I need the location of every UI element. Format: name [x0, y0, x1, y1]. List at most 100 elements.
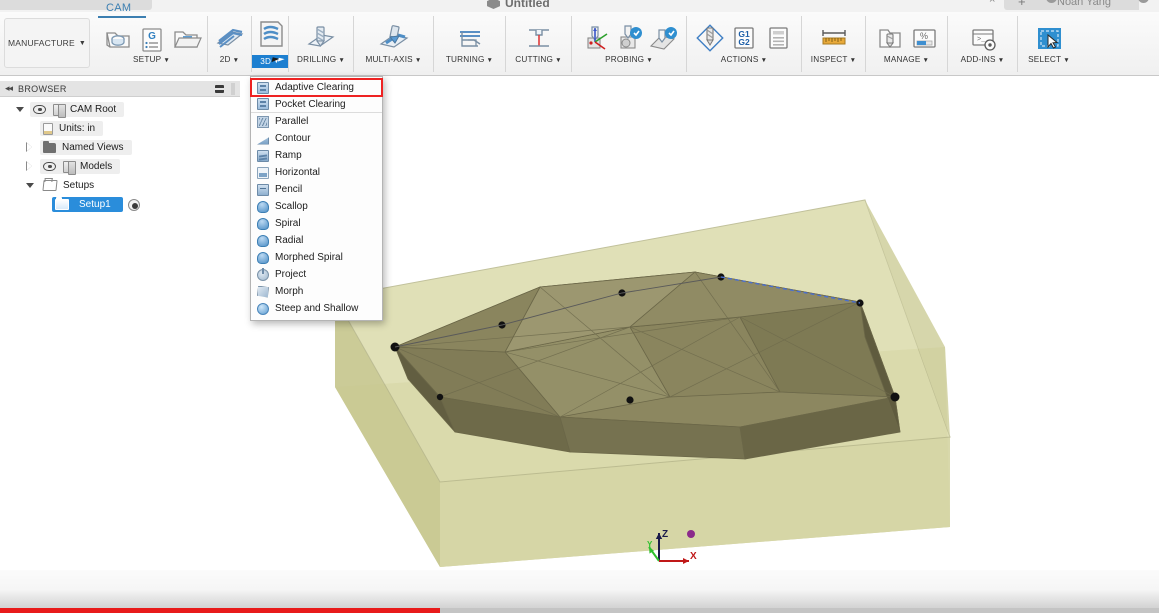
menu-item-label: Pencil [275, 184, 302, 195]
tab-cam[interactable]: CAM [106, 2, 131, 14]
document-title: Untitled [505, 0, 550, 10]
tree-item-units[interactable]: Units: in [0, 119, 240, 138]
folder-icon[interactable] [170, 22, 202, 54]
menu-item-label: Steep and Shallow [275, 303, 358, 314]
ribbon-group-label-2d: 2D▼ [220, 55, 240, 64]
menu-item-pencil[interactable]: Pencil [251, 181, 382, 198]
setup-sheet-icon[interactable] [762, 22, 794, 54]
chevron-down-icon: ▼ [1063, 57, 1070, 64]
new-setup-icon[interactable] [102, 22, 134, 54]
menu-item-label: Pocket Clearing [275, 99, 346, 110]
tree-item-setup1[interactable]: Setup1 [0, 195, 240, 214]
turning-icon[interactable] [454, 22, 486, 54]
menu-item-ramp[interactable]: Ramp [251, 147, 382, 164]
probe-surface-icon[interactable] [647, 22, 679, 54]
drilling-icon[interactable] [305, 22, 337, 54]
menu-item-steep-and-shallow[interactable]: Steep and Shallow [251, 300, 382, 317]
help-icon[interactable] [1138, 0, 1149, 3]
menu-item-contour[interactable]: Contour [251, 130, 382, 147]
ribbon-group-drilling[interactable]: DRILLING▼ [288, 16, 354, 72]
ribbon-group-multi-axis[interactable]: MULTI-AXIS▼ [354, 16, 434, 72]
tree-item-setups[interactable]: Setups [0, 176, 240, 195]
setup-activate-radio[interactable] [128, 199, 140, 211]
workspace-switcher-button[interactable]: MANUFACTURE ▼ [4, 18, 90, 68]
tree-item-models[interactable]: Models [0, 157, 240, 176]
ribbon-group-2d[interactable]: 2D▼ [208, 16, 252, 72]
chevron-down-icon: ▼ [79, 40, 86, 47]
pencil-icon [257, 184, 269, 196]
viewport-left-fill [0, 220, 240, 570]
3d-toolpath-icon[interactable] [254, 16, 286, 52]
svg-text:G: G [148, 31, 156, 42]
folder-outline-icon [42, 180, 57, 191]
ribbon-group-setup: G SETUP▼ [96, 16, 208, 72]
plus-icon[interactable]: + [1018, 0, 1026, 9]
menu-item-project[interactable]: Project [251, 266, 382, 283]
adaptive-clearing-icon [257, 82, 269, 94]
menu-item-adaptive-clearing[interactable]: Adaptive Clearing [251, 79, 382, 96]
2d-toolpath-icon[interactable] [214, 22, 246, 54]
ribbon-group-select[interactable]: SELECT▼ [1018, 16, 1080, 72]
menu-item-label: Ramp [275, 150, 302, 161]
expander-down-icon[interactable] [26, 183, 34, 188]
expander-down-icon[interactable] [16, 107, 24, 112]
origin-axis-x-label: X [690, 551, 697, 562]
menu-item-pocket-clearing[interactable]: Pocket Clearing [251, 96, 382, 113]
morphed-spiral-icon [257, 252, 269, 264]
menu-item-morph[interactable]: Morph [251, 283, 382, 300]
ribbon-group-label-drilling: DRILLING▼ [297, 55, 345, 64]
machining-time-icon[interactable]: % [908, 22, 940, 54]
menu-item-spiral[interactable]: Spiral [251, 215, 382, 232]
simulate-icon[interactable] [694, 22, 726, 54]
expander-right-icon[interactable] [26, 162, 34, 171]
chevron-down-icon: ▼ [761, 57, 768, 64]
menu-item-label: Radial [275, 235, 303, 246]
menu-item-scallop[interactable]: Scallop [251, 198, 382, 215]
expander-right-icon[interactable] [26, 143, 34, 152]
g-code-icon[interactable]: G [136, 22, 168, 54]
svg-text:%: % [919, 31, 927, 41]
tree-item-label: Models [80, 161, 112, 172]
chevron-down-icon: ▼ [415, 57, 422, 64]
tool-library-icon[interactable] [874, 22, 906, 54]
svg-text:G2: G2 [738, 37, 750, 47]
menu-item-label: Adaptive Clearing [275, 82, 354, 93]
menu-item-radial[interactable]: Radial [251, 232, 382, 249]
ribbon-group-label-cutting: CUTTING▼ [515, 55, 561, 64]
probe-wcs-icon[interactable] [579, 22, 611, 54]
pin-icon[interactable] [215, 85, 224, 93]
user-name: Noah Yang [1057, 0, 1111, 8]
ribbon-group-add-ins[interactable]: >_ ADD-INS▼ [948, 16, 1018, 72]
ribbon-group-3d[interactable]: 3D▼ [252, 16, 288, 72]
ramp-icon [257, 150, 269, 162]
ribbon-group-manage: % MANAGE▼ [866, 16, 948, 72]
visibility-eye-icon[interactable] [43, 162, 56, 171]
panel-resize-handle[interactable] [231, 83, 235, 95]
visibility-eye-icon[interactable] [33, 105, 46, 114]
ribbon-group-turning[interactable]: TURNING▼ [434, 16, 506, 72]
document-cube-icon [487, 0, 500, 9]
tree-item-cam-root[interactable]: CAM Root [0, 100, 240, 119]
menu-item-morphed-spiral[interactable]: Morphed Spiral [251, 249, 382, 266]
browser-panel-header: ◂◂ BROWSER [0, 81, 240, 97]
scripts-addins-icon[interactable]: >_ [967, 22, 999, 54]
menu-item-horizontal[interactable]: Horizontal [251, 164, 382, 181]
ribbon-group-actions: G1 G2 ACTIONS▼ [687, 16, 802, 72]
multi-axis-icon[interactable] [378, 22, 410, 54]
probe-geometry-icon[interactable] [613, 22, 645, 54]
origin-triad: Z Y X [645, 525, 705, 571]
close-tab-icon[interactable]: × [989, 0, 995, 6]
menu-item-label: Contour [275, 133, 311, 144]
chevron-down-icon: ▼ [338, 57, 345, 64]
menu-item-parallel[interactable]: Parallel [251, 113, 382, 130]
tree-item-named-views[interactable]: Named Views [0, 138, 240, 157]
chevron-down-icon: ▼ [923, 57, 930, 64]
measure-icon[interactable] [818, 22, 850, 54]
select-tool-icon[interactable] [1033, 22, 1065, 54]
progress-track [440, 608, 1159, 613]
post-process-icon[interactable]: G1 G2 [728, 22, 760, 54]
cutting-icon[interactable] [523, 22, 555, 54]
ribbon-group-cutting[interactable]: CUTTING▼ [506, 16, 572, 72]
collapse-panel-icon[interactable]: ◂◂ [5, 83, 12, 94]
ribbon-group-inspect[interactable]: INSPECT▼ [802, 16, 866, 72]
